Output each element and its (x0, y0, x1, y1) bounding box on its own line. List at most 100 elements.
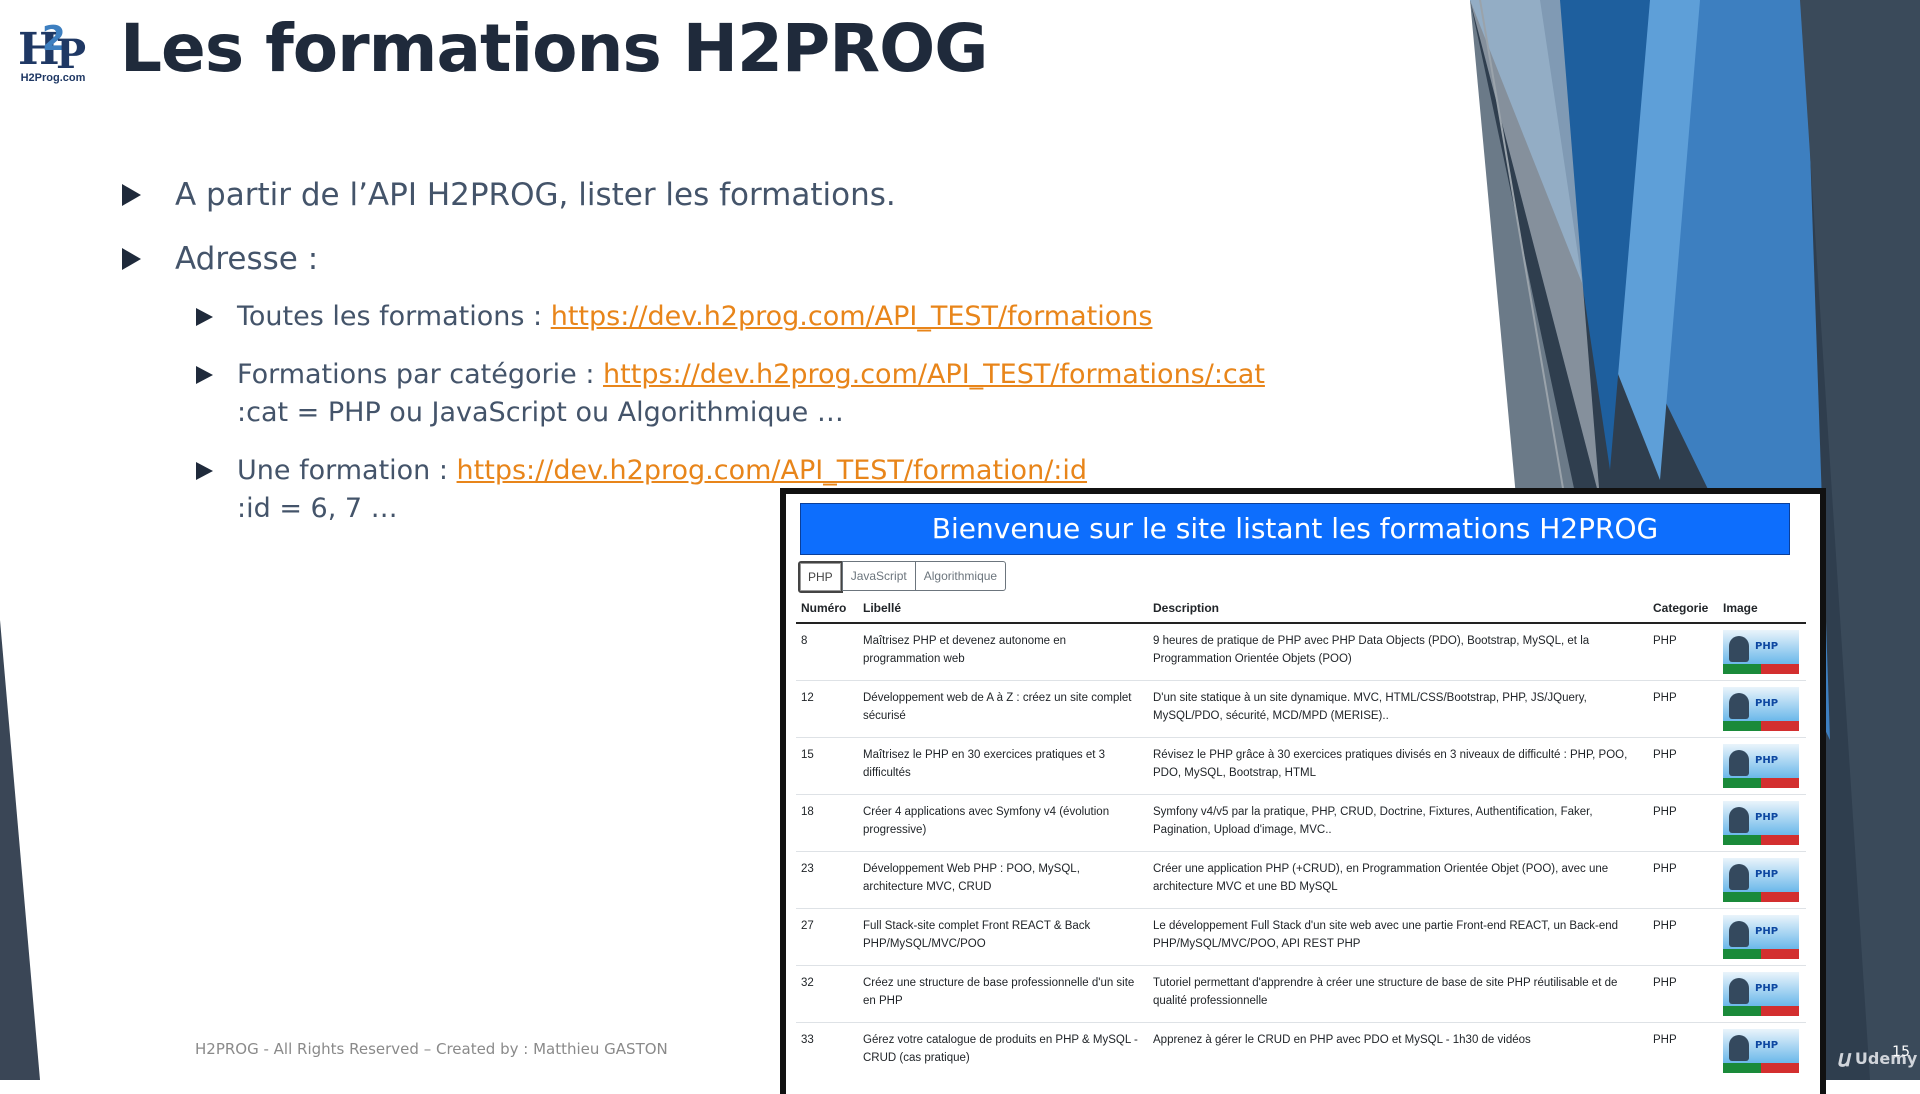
table-row: 15 Maîtrisez le PHP en 30 exercices prati… (796, 737, 1806, 795)
cell-numero: 18 (796, 794, 858, 852)
cell-libelle: Développement web de A à Z : créez un si… (858, 680, 1148, 738)
column-header-numero: Numéro (796, 594, 858, 624)
thumbnail-red-bar (1761, 664, 1799, 674)
category-button-group: PHP JavaScript Algorithmique (798, 561, 1007, 593)
cell-image: PHP (1718, 737, 1806, 795)
character-icon (1729, 693, 1749, 719)
table-row: 32 Créez une structure de base profession… (796, 965, 1806, 1023)
cell-categorie: PHP (1648, 794, 1718, 852)
sub-bullet-note: :cat = PHP ou JavaScript ou Algorithmiqu… (237, 397, 844, 428)
cell-categorie: PHP (1648, 851, 1718, 909)
character-icon (1729, 636, 1749, 662)
bullet-arrow-icon (196, 366, 213, 384)
course-thumbnail[interactable]: PHP (1723, 687, 1799, 731)
h2p-logo-icon: H 2 P (18, 19, 86, 78)
character-icon (1729, 750, 1749, 776)
thumbnail-label: PHP (1755, 755, 1779, 766)
cell-libelle: Gérez votre catalogue de produits en PHP… (858, 1022, 1148, 1079)
thumbnail-red-bar (1761, 835, 1799, 845)
bullet-text: A partir de l’API H2PROG, lister les for… (175, 177, 896, 213)
thumbnail-red-bar (1761, 778, 1799, 788)
column-header-description: Description (1148, 594, 1648, 624)
site-banner-title: Bienvenue sur le site listant les format… (800, 503, 1790, 555)
cell-libelle: Full Stack-site complet Front REACT & Ba… (858, 908, 1148, 966)
sub-bullet-note: :id = 6, 7 … (237, 493, 398, 524)
character-icon (1729, 978, 1749, 1004)
character-icon (1729, 921, 1749, 947)
thumbnail-green-bar (1723, 664, 1761, 674)
course-thumbnail[interactable]: PHP (1723, 801, 1799, 845)
table-header-row: Numéro Libellé Description Categorie Ima… (796, 594, 1806, 624)
thumbnail-red-bar (1761, 949, 1799, 959)
course-thumbnail[interactable]: PHP (1723, 972, 1799, 1016)
api-link-formation[interactable]: https://dev.h2prog.com/API_TEST/formatio… (457, 455, 1087, 486)
thumbnail-green-bar (1723, 1006, 1761, 1016)
thumbnail-label: PHP (1755, 812, 1779, 823)
cell-image: PHP (1718, 965, 1806, 1023)
course-thumbnail[interactable]: PHP (1723, 744, 1799, 788)
sub-bullet-label: Une formation : (237, 455, 457, 486)
sub-bullet-label: Formations par catégorie : (237, 359, 604, 390)
thumbnail-red-bar (1761, 1006, 1799, 1016)
cell-libelle: Créez une structure de base professionne… (858, 965, 1148, 1023)
tab-algorithmique[interactable]: Algorithmique (914, 561, 1007, 591)
cell-description: Tutoriel permettant d'apprendre à créer … (1148, 965, 1648, 1023)
api-link-all[interactable]: https://dev.h2prog.com/API_TEST/formatio… (551, 301, 1153, 332)
sub-bullet-item: Toutes les formations : https://dev.h2pr… (196, 298, 1265, 336)
thumbnail-label: PHP (1755, 983, 1779, 994)
cell-numero: 15 (796, 737, 858, 795)
course-thumbnail[interactable]: PHP (1723, 858, 1799, 902)
thumbnail-green-bar (1723, 835, 1761, 845)
cell-numero: 12 (796, 680, 858, 738)
tab-javascript[interactable]: JavaScript (841, 561, 916, 591)
svg-text:P: P (56, 31, 86, 78)
cell-numero: 33 (796, 1022, 858, 1079)
cell-description: Le développement Full Stack d'un site we… (1148, 908, 1648, 966)
thumbnail-red-bar (1761, 721, 1799, 731)
cell-description: Créer une application PHP (+CRUD), en Pr… (1148, 851, 1648, 909)
cell-categorie: PHP (1648, 622, 1718, 681)
course-thumbnail[interactable]: PHP (1723, 630, 1799, 674)
table-row: 18 Créer 4 applications avec Symfony v4 (… (796, 794, 1806, 852)
bullet-arrow-icon (196, 462, 213, 480)
sub-bullet-item: Formations par catégorie : https://dev.h… (196, 356, 1265, 432)
character-icon (1729, 864, 1749, 890)
thumbnail-green-bar (1723, 721, 1761, 731)
course-thumbnail[interactable]: PHP (1723, 915, 1799, 959)
cell-categorie: PHP (1648, 680, 1718, 738)
bullet-arrow-icon (196, 308, 213, 326)
bullet-item: Adresse : (122, 234, 1265, 284)
cell-image: PHP (1718, 1022, 1806, 1079)
course-thumbnail[interactable]: PHP (1723, 1029, 1799, 1073)
table-row: 33 Gérez votre catalogue de produits en P… (796, 1022, 1806, 1079)
bullet-arrow-icon (122, 184, 141, 206)
cell-description: D'un site statique à un site dynamique. … (1148, 680, 1648, 738)
cell-numero: 27 (796, 908, 858, 966)
thumbnail-label: PHP (1755, 869, 1779, 880)
column-header-libelle: Libellé (858, 594, 1148, 624)
website-screenshot: Bienvenue sur le site listant les format… (780, 488, 1826, 1094)
cell-categorie: PHP (1648, 1022, 1718, 1079)
thumbnail-label: PHP (1755, 926, 1779, 937)
cell-image: PHP (1718, 622, 1806, 681)
thumbnail-green-bar (1723, 949, 1761, 959)
cell-description: Apprenez à gérer le CRUD en PHP avec PDO… (1148, 1022, 1648, 1079)
formations-table: Numéro Libellé Description Categorie Ima… (796, 594, 1806, 1079)
cell-description: Symfony v4/v5 par la pratique, PHP, CRUD… (1148, 794, 1648, 852)
bullet-arrow-icon (122, 248, 141, 270)
thumbnail-label: PHP (1755, 641, 1779, 652)
slide-footer: H2PROG - All Rights Reserved – Created b… (195, 1040, 668, 1058)
thumbnail-green-bar (1723, 778, 1761, 788)
thumbnail-red-bar (1761, 892, 1799, 902)
thumbnail-label: PHP (1755, 698, 1779, 709)
left-edge-decoration (0, 620, 40, 1080)
cell-description: Révisez le PHP grâce à 30 exercices prat… (1148, 737, 1648, 795)
tab-php[interactable]: PHP (798, 561, 843, 593)
character-icon (1729, 1035, 1749, 1061)
logo-subtext: H2Prog.com (20, 72, 86, 84)
cell-categorie: PHP (1648, 965, 1718, 1023)
cell-image: PHP (1718, 908, 1806, 966)
api-link-category[interactable]: https://dev.h2prog.com/API_TEST/formatio… (603, 359, 1265, 390)
sub-bullet-label: Toutes les formations : (237, 301, 551, 332)
bullet-text: Adresse : (175, 241, 319, 277)
